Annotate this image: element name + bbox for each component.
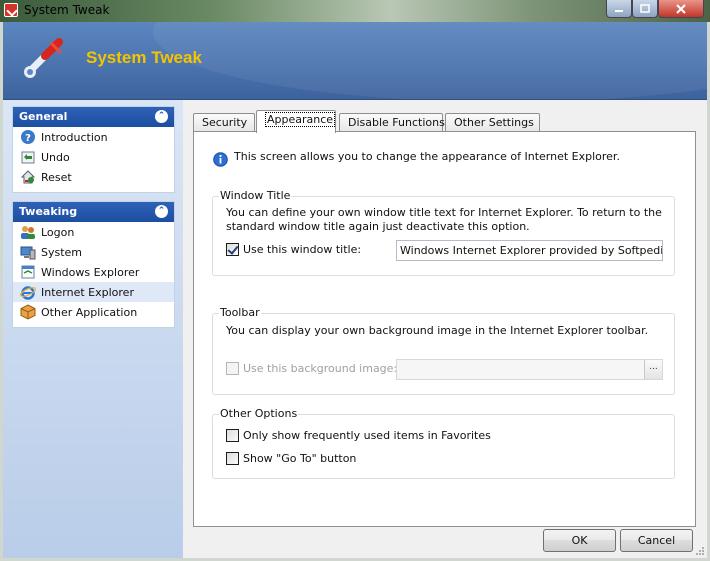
group-description: You can display your own background imag…	[226, 324, 649, 337]
sidebar-item-label: System	[41, 245, 83, 259]
window-title-group: Window Title You can define your own win…	[212, 189, 675, 276]
sidebar-item-reset[interactable]: Reset	[13, 167, 174, 187]
sidebar-item-label: Reset	[41, 170, 72, 184]
package-icon	[20, 304, 36, 320]
cancel-button[interactable]: Cancel	[620, 529, 693, 552]
collapse-icon[interactable]: ⌃	[155, 205, 168, 218]
sidebar-item-label: Other Application	[41, 305, 138, 319]
tab-other-settings[interactable]: Other Settings	[445, 113, 540, 132]
info-icon	[213, 152, 228, 167]
sidebar-item-label: Logon	[41, 225, 75, 239]
toolbar-group: Toolbar You can display your own backgro…	[212, 306, 675, 395]
group-legend: Window Title	[219, 189, 292, 202]
tab-label: Appearance	[265, 112, 336, 127]
tab-label: Disable Functions	[348, 116, 445, 129]
sidebar-item-introduction[interactable]: ? Introduction	[13, 127, 174, 147]
sidebar-item-logon[interactable]: Logon	[13, 222, 174, 242]
show-goto-checkbox[interactable]: Show "Go To" button	[226, 452, 356, 465]
window-title: System Tweak	[24, 3, 110, 17]
use-background-image-checkbox[interactable]: Use this background image:	[226, 362, 397, 375]
other-options-group: Other Options Only show frequently used …	[212, 407, 675, 479]
system-icon	[20, 246, 36, 260]
sidebar-item-label: Internet Explorer	[41, 285, 134, 299]
undo-icon	[21, 151, 35, 164]
appearance-panel: This screen allows you to change the app…	[193, 131, 696, 527]
minimize-button[interactable]	[606, 0, 632, 18]
tab-label: Security	[202, 116, 248, 129]
intro-text: This screen allows you to change the app…	[234, 150, 620, 163]
help-icon: ?	[21, 130, 35, 144]
sidebar: General ⌃ ? Introduction Undo Reset Twea…	[3, 100, 183, 558]
sidebar-item-label: Undo	[41, 150, 70, 164]
tab-security[interactable]: Security	[193, 113, 255, 132]
checkbox-label: Show "Go To" button	[243, 452, 357, 465]
reset-icon	[20, 170, 36, 184]
group-title: Tweaking	[19, 205, 78, 218]
checkbox-box[interactable]	[226, 243, 239, 256]
checkbox-box[interactable]	[226, 362, 239, 375]
background-image-input[interactable]: ...	[396, 359, 663, 380]
tab-appearance[interactable]: Appearance	[256, 110, 336, 133]
checkbox-box[interactable]	[226, 452, 239, 465]
use-window-title-checkbox[interactable]: Use this window title:	[226, 243, 361, 256]
group-description: You can define your own window title tex…	[226, 206, 662, 233]
checkbox-label: Use this window title:	[243, 243, 362, 256]
tab-label: Other Settings	[454, 116, 534, 129]
svg-text:?: ?	[25, 133, 31, 144]
group-legend: Other Options	[219, 407, 299, 420]
favorites-frequent-checkbox[interactable]: Only show frequently used items in Favor…	[226, 429, 491, 442]
ie-icon	[20, 286, 36, 300]
users-icon	[21, 226, 35, 239]
group-legend: Toolbar	[219, 306, 261, 319]
sidebar-item-internet-explorer[interactable]: Internet Explorer	[13, 282, 174, 302]
checkbox-label: Use this background image:	[243, 362, 398, 375]
maximize-icon	[640, 4, 650, 13]
collapse-icon[interactable]: ⌃	[155, 110, 168, 123]
window-frame: System Tweak General ⌃ ? Introduction Un…	[0, 22, 710, 561]
close-button[interactable]	[658, 0, 704, 18]
ok-button[interactable]: OK	[543, 529, 616, 552]
explorer-icon	[21, 265, 35, 279]
header-title: System Tweak	[86, 48, 202, 67]
title-bar[interactable]: System Tweak	[0, 0, 710, 22]
tab-disable-functions[interactable]: Disable Functions	[339, 113, 445, 132]
checkbox-label: Only show frequently used items in Favor…	[243, 429, 491, 442]
sidebar-item-system[interactable]: System	[13, 242, 174, 262]
app-header: System Tweak	[3, 22, 707, 100]
sidebar-item-label: Introduction	[41, 130, 108, 144]
minimize-icon	[615, 9, 623, 12]
group-header[interactable]: General ⌃	[13, 107, 174, 127]
checkbox-box[interactable]	[226, 429, 239, 442]
sidebar-item-label: Windows Explorer	[41, 265, 140, 279]
sidebar-group-general: General ⌃ ? Introduction Undo Reset	[12, 106, 175, 193]
resize-grip-icon[interactable]	[695, 546, 705, 556]
app-icon[interactable]	[4, 3, 18, 17]
client-area: System Tweak General ⌃ ? Introduction Un…	[3, 22, 707, 558]
group-title: General	[19, 110, 68, 123]
sidebar-item-other-application[interactable]: Other Application	[13, 302, 174, 322]
sidebar-group-tweaking: Tweaking ⌃ Logon System Windows Explorer…	[12, 201, 175, 328]
wrench-icon	[24, 38, 63, 78]
sidebar-item-windows-explorer[interactable]: Windows Explorer	[13, 262, 174, 282]
maximize-button[interactable]	[632, 0, 658, 18]
sidebar-item-undo[interactable]: Undo	[13, 147, 174, 167]
browse-button[interactable]: ...	[644, 360, 662, 379]
group-header[interactable]: Tweaking ⌃	[13, 202, 174, 222]
window-title-input[interactable]: Windows Internet Explorer provided by So…	[396, 240, 663, 261]
close-icon	[676, 3, 686, 14]
